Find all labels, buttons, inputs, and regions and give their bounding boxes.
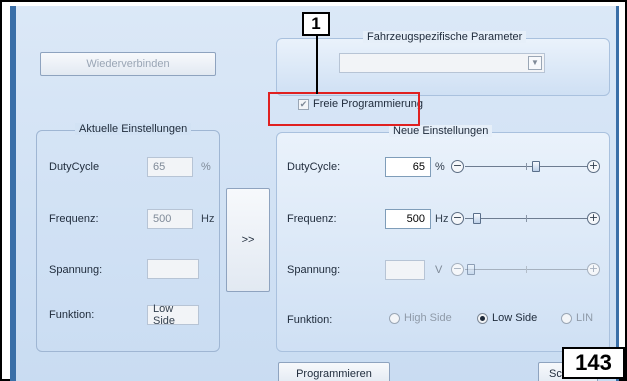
new-voltage-label: Spannung: [287, 264, 341, 276]
radio-low-side[interactable]: Low Side [477, 312, 537, 324]
program-button[interactable]: Programmieren [278, 362, 390, 381]
radio-low-side-label: Low Side [492, 312, 538, 324]
plus-icon[interactable]: + [587, 212, 600, 225]
current-settings-group: Aktuelle Einstellungen DutyCycle 65 % Fr… [36, 123, 220, 352]
callout-number: 1 [302, 12, 330, 36]
plus-icon[interactable]: + [587, 263, 600, 276]
current-settings-title: Aktuelle Einstellungen [75, 123, 192, 135]
new-settings-title: Neue Einstellungen [389, 125, 493, 137]
slider-thumb[interactable] [473, 213, 481, 224]
current-voltage-label: Spannung: [49, 264, 103, 276]
current-frequency-unit: Hz [201, 213, 215, 225]
new-dutycycle-unit: % [435, 161, 445, 173]
transfer-button[interactable]: >> [226, 188, 270, 292]
radio-selected-icon [477, 312, 488, 324]
callout-leader-line [316, 34, 318, 94]
current-dutycycle-field: 65 [147, 157, 193, 177]
voltage-slider[interactable]: − + [451, 263, 601, 277]
new-voltage-unit: V [435, 264, 443, 276]
callout-highlight-box [268, 92, 420, 126]
reconnect-button[interactable]: Wiederverbinden [40, 52, 216, 76]
radio-lin[interactable]: LIN [561, 312, 593, 324]
vehicle-params-title: Fahrzeugspezifische Parameter [363, 31, 527, 43]
new-function-label: Funktion: [287, 314, 333, 326]
new-dutycycle-input[interactable]: 65 [385, 157, 431, 177]
frequency-slider[interactable]: − + [451, 212, 601, 226]
dutycycle-slider[interactable]: − + [451, 160, 601, 174]
plus-icon[interactable]: + [587, 160, 600, 173]
current-frequency-field: 500 [147, 209, 193, 229]
current-function-label: Funktion: [49, 309, 95, 321]
slider-thumb[interactable] [532, 161, 540, 172]
slider-tick [526, 163, 527, 170]
minus-icon[interactable]: − [451, 160, 464, 173]
radio-circle-icon [561, 312, 572, 324]
minus-icon[interactable]: − [451, 212, 464, 225]
new-voltage-input[interactable] [385, 260, 425, 280]
new-frequency-unit: Hz [435, 213, 449, 225]
current-frequency-label: Frequenz: [49, 213, 99, 225]
current-voltage-field [147, 259, 199, 279]
current-dutycycle-unit: % [201, 161, 211, 173]
new-frequency-input[interactable]: 500 [385, 209, 431, 229]
chevron-down-icon[interactable]: ▼ [528, 56, 542, 70]
slider-tick [526, 266, 527, 273]
radio-lin-label: LIN [576, 312, 594, 324]
radio-circle-icon [389, 312, 400, 324]
new-dutycycle-label: DutyCycle: [287, 161, 341, 173]
page-number: 143 [562, 347, 625, 379]
vehicle-params-group: Fahrzeugspezifische Parameter ▼ [276, 31, 610, 96]
app-window: Wiederverbinden Aktuelle Einstellungen D… [10, 6, 619, 381]
vehicle-params-dropdown[interactable]: ▼ [339, 53, 545, 73]
slider-tick [526, 215, 527, 222]
radio-high-side-label: High Side [404, 312, 452, 324]
slider-thumb[interactable] [467, 264, 475, 275]
current-function-field: Low Side [147, 303, 199, 327]
radio-high-side[interactable]: High Side [389, 312, 452, 324]
current-dutycycle-label: DutyCycle [49, 161, 100, 173]
new-settings-group: Neue Einstellungen DutyCycle: 65 % − + F… [276, 125, 610, 352]
new-frequency-label: Frequenz: [287, 213, 337, 225]
minus-icon[interactable]: − [451, 263, 464, 276]
